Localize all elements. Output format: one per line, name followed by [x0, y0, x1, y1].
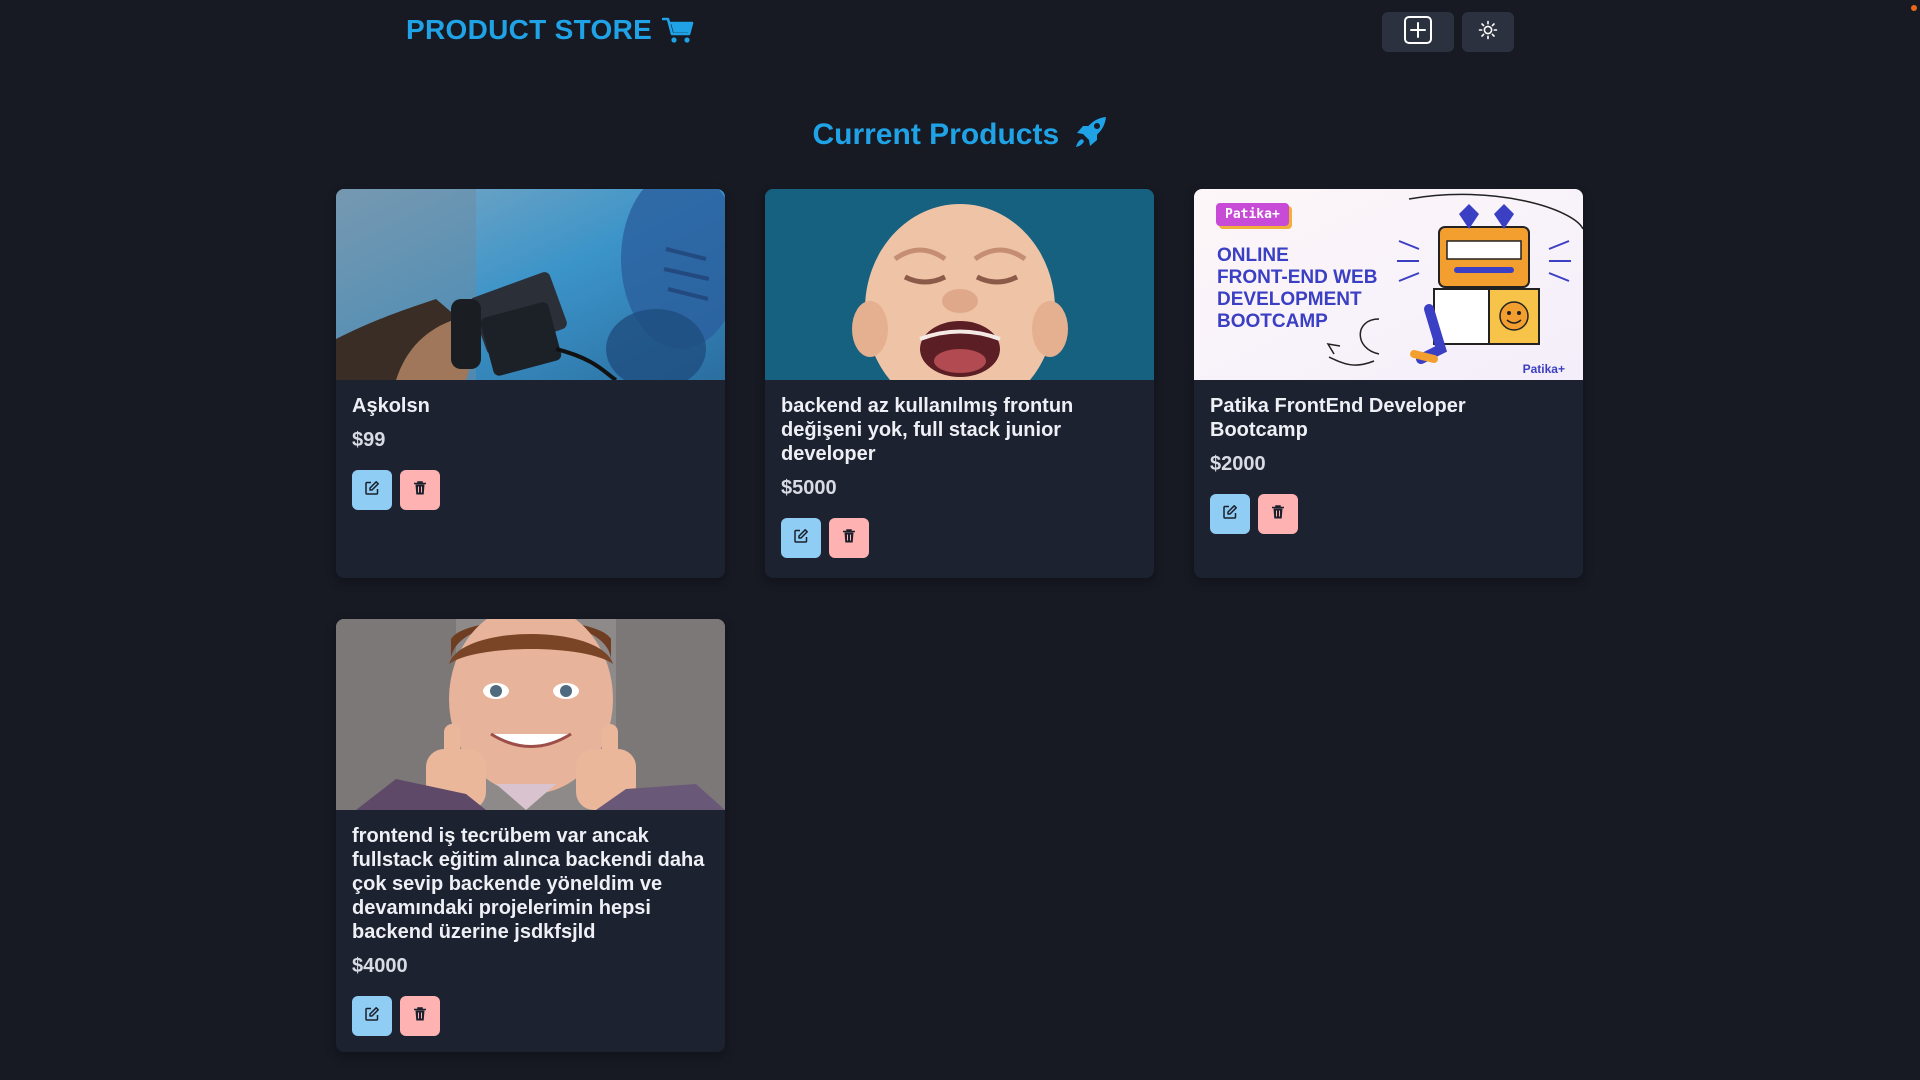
product-actions — [1210, 494, 1567, 534]
product-name: Patika FrontEnd Developer Bootcamp — [1210, 395, 1466, 441]
patika-banner-text: ONLINE FRONT-END WEB DEVELOPMENT BOOTCAM… — [1217, 245, 1377, 333]
product-image-smiling-boy — [336, 619, 725, 810]
trash-icon — [841, 528, 857, 549]
product-image-phone-gimbal — [336, 189, 725, 380]
product-name: backend az kullanılmış frontun değişeni … — [781, 395, 1074, 465]
product-image-patika-banner: Patika+ ONLINE FRONT-END WEB DEVELOPMENT… — [1194, 189, 1583, 380]
delete-product-button[interactable] — [400, 470, 440, 510]
product-price: $4000 — [352, 955, 408, 977]
edit-icon — [364, 480, 380, 501]
brand-link[interactable]: PRODUCT STORE — [406, 14, 694, 46]
create-product-button[interactable] — [1382, 12, 1454, 52]
brand-title: PRODUCT STORE — [406, 14, 653, 45]
rocket-icon — [1074, 116, 1108, 156]
delete-product-button[interactable] — [829, 518, 869, 558]
page-title-text: Current Products — [812, 118, 1060, 151]
trash-icon — [412, 480, 428, 501]
edit-product-button[interactable] — [1210, 494, 1250, 534]
patika-logo: Patika+ — [1522, 362, 1565, 376]
page-title: Current Products — [0, 116, 1920, 156]
delete-product-button[interactable] — [400, 996, 440, 1036]
banner-line: BOOTCAMP — [1217, 311, 1328, 332]
product-actions — [352, 996, 709, 1036]
product-card: backend az kullanılmış frontun değişeni … — [765, 189, 1154, 578]
product-price: $2000 — [1210, 453, 1266, 475]
product-actions — [352, 470, 709, 510]
toggle-theme-button[interactable] — [1462, 12, 1514, 52]
product-card: frontend iş tecrübem var ancak fullstack… — [336, 619, 725, 1052]
patika-badge: Patika+ — [1216, 203, 1289, 226]
banner-line: DEVELOPMENT — [1217, 289, 1362, 310]
edit-icon — [1222, 504, 1238, 525]
edit-product-button[interactable] — [352, 470, 392, 510]
product-price: $99 — [352, 429, 386, 451]
product-actions — [781, 518, 1138, 558]
product-card-body: Aşkolsn $99 — [336, 380, 725, 526]
product-card-body: Patika FrontEnd Developer Bootcamp $2000 — [1194, 380, 1583, 550]
product-name: frontend iş tecrübem var ancak fullstack… — [352, 825, 705, 943]
product-card: Patika+ ONLINE FRONT-END WEB DEVELOPMENT… — [1194, 189, 1583, 578]
plus-square-icon — [1403, 15, 1433, 50]
edit-icon — [364, 1006, 380, 1027]
banner-line: ONLINE — [1217, 245, 1289, 266]
product-price: $5000 — [781, 477, 837, 499]
sun-icon — [1478, 20, 1498, 45]
delete-product-button[interactable] — [1258, 494, 1298, 534]
product-card-body: backend az kullanılmış frontun değişeni … — [765, 380, 1154, 574]
banner-line: FRONT-END WEB — [1217, 267, 1378, 288]
trash-icon — [412, 1006, 428, 1027]
edit-product-button[interactable] — [352, 996, 392, 1036]
product-name: Aşkolsn — [352, 395, 430, 417]
shopping-cart-icon — [662, 16, 694, 44]
product-grid: Aşkolsn $99 backend az kullanılmış front… — [336, 189, 1584, 1052]
edit-product-button[interactable] — [781, 518, 821, 558]
product-card-body: frontend iş tecrübem var ancak fullstack… — [336, 810, 725, 1052]
product-card: Aşkolsn $99 — [336, 189, 725, 578]
navbar: PRODUCT STORE — [0, 0, 1920, 64]
status-dot — [1911, 5, 1917, 11]
trash-icon — [1270, 504, 1286, 525]
product-image-crying-baby — [765, 189, 1154, 380]
edit-icon — [793, 528, 809, 549]
